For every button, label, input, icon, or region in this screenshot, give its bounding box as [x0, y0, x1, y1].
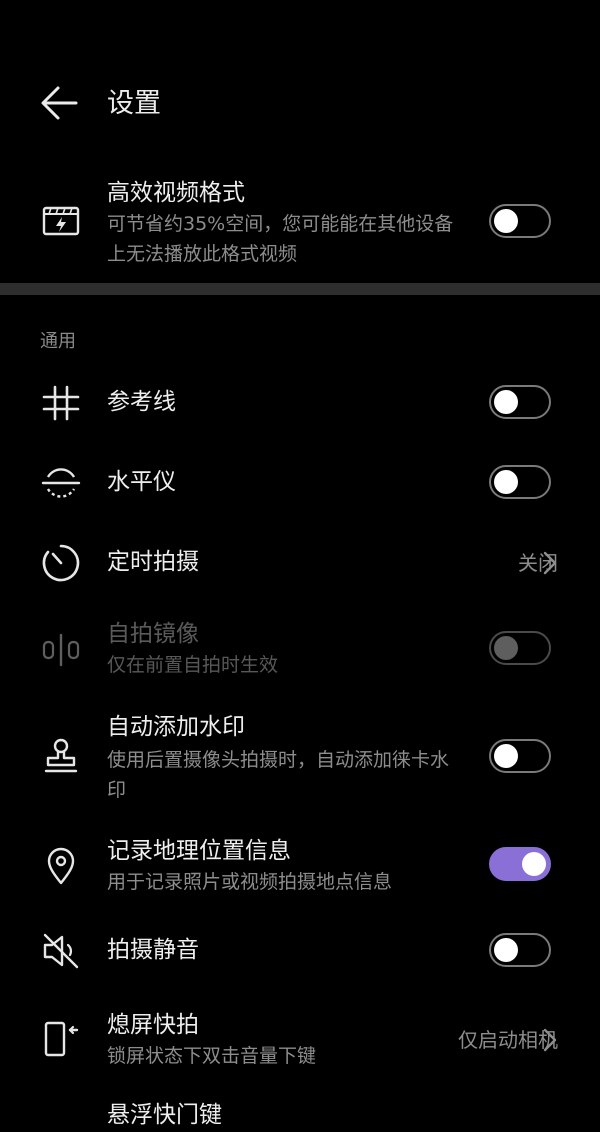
setting-subtitle: 可节省约35%空间，您可能能在其他设备上无法播放此格式视频	[107, 213, 454, 265]
phone-volume-icon	[40, 1018, 82, 1060]
level-icon	[40, 462, 82, 504]
setting-timer[interactable]: 定时拍摄 关闭	[0, 530, 600, 594]
section-divider	[0, 283, 600, 295]
efficient-format-toggle[interactable]	[489, 204, 551, 238]
setting-title: 熄屏快拍	[107, 1012, 199, 1038]
level-toggle[interactable]	[489, 465, 551, 499]
video-format-icon	[40, 200, 82, 242]
setting-title: 记录地理位置信息	[107, 838, 291, 864]
grid-lines-toggle[interactable]	[489, 385, 551, 419]
toggle-knob	[494, 470, 518, 494]
auto-watermark-toggle[interactable]	[489, 739, 551, 773]
toggle-knob	[494, 636, 518, 660]
back-button[interactable]	[38, 82, 82, 126]
mute-icon	[40, 930, 82, 972]
toggle-knob	[494, 390, 518, 414]
setting-title: 高效视频格式	[107, 180, 245, 206]
location-toggle[interactable]	[489, 847, 551, 881]
chevron-right-icon	[542, 550, 558, 576]
mirror-icon	[40, 629, 82, 671]
setting-title: 水平仪	[107, 469, 176, 495]
setting-efficient-video-format[interactable]: 高效视频格式 可节省约35%空间，您可能能在其他设备上无法播放此格式视频	[0, 170, 600, 280]
toggle-knob	[494, 744, 518, 768]
toggle-knob	[494, 938, 518, 962]
setting-title: 自动添加水印	[107, 714, 245, 740]
setting-floating-shutter[interactable]: 悬浮快门键	[0, 1092, 600, 1132]
setting-title: 参考线	[107, 389, 176, 415]
setting-title: 悬浮快门键	[107, 1102, 222, 1128]
mute-shutter-toggle[interactable]	[489, 933, 551, 967]
setting-quick-snapshot[interactable]: 熄屏快拍 锁屏状态下双击音量下键 仅启动相机	[0, 1000, 600, 1080]
setting-subtitle: 锁屏状态下双击音量下键	[107, 1045, 317, 1067]
chevron-right-icon	[542, 1027, 558, 1053]
location-pin-icon	[40, 845, 82, 887]
setting-title: 拍摄静音	[107, 937, 199, 963]
selfie-mirror-toggle	[489, 631, 551, 665]
timer-icon	[40, 542, 82, 584]
arrow-left-icon	[41, 86, 78, 120]
setting-subtitle: 仅在前置自拍时生效	[107, 654, 279, 676]
section-header-general: 通用	[40, 331, 76, 352]
setting-auto-watermark[interactable]: 自动添加水印 使用后置摄像头拍摄时，自动添加徕卡水印	[0, 700, 600, 810]
stamp-icon	[40, 736, 82, 778]
grid-icon	[40, 382, 82, 424]
toggle-knob	[522, 852, 546, 876]
setting-grid-lines[interactable]: 参考线	[0, 370, 600, 434]
setting-location[interactable]: 记录地理位置信息 用于记录照片或视频拍摄地点信息	[0, 826, 600, 906]
setting-level[interactable]: 水平仪	[0, 450, 600, 514]
setting-subtitle: 使用后置摄像头拍摄时，自动添加徕卡水印	[107, 749, 450, 801]
setting-mute-shutter[interactable]: 拍摄静音	[0, 918, 600, 982]
toggle-knob	[494, 209, 518, 233]
setting-selfie-mirror: 自拍镜像 仅在前置自拍时生效	[0, 610, 600, 690]
app-header: 设置	[0, 60, 600, 146]
setting-subtitle: 用于记录照片或视频拍摄地点信息	[107, 871, 393, 893]
setting-title: 定时拍摄	[107, 549, 199, 575]
setting-title: 自拍镜像	[107, 621, 199, 647]
page-title: 设置	[107, 88, 161, 119]
